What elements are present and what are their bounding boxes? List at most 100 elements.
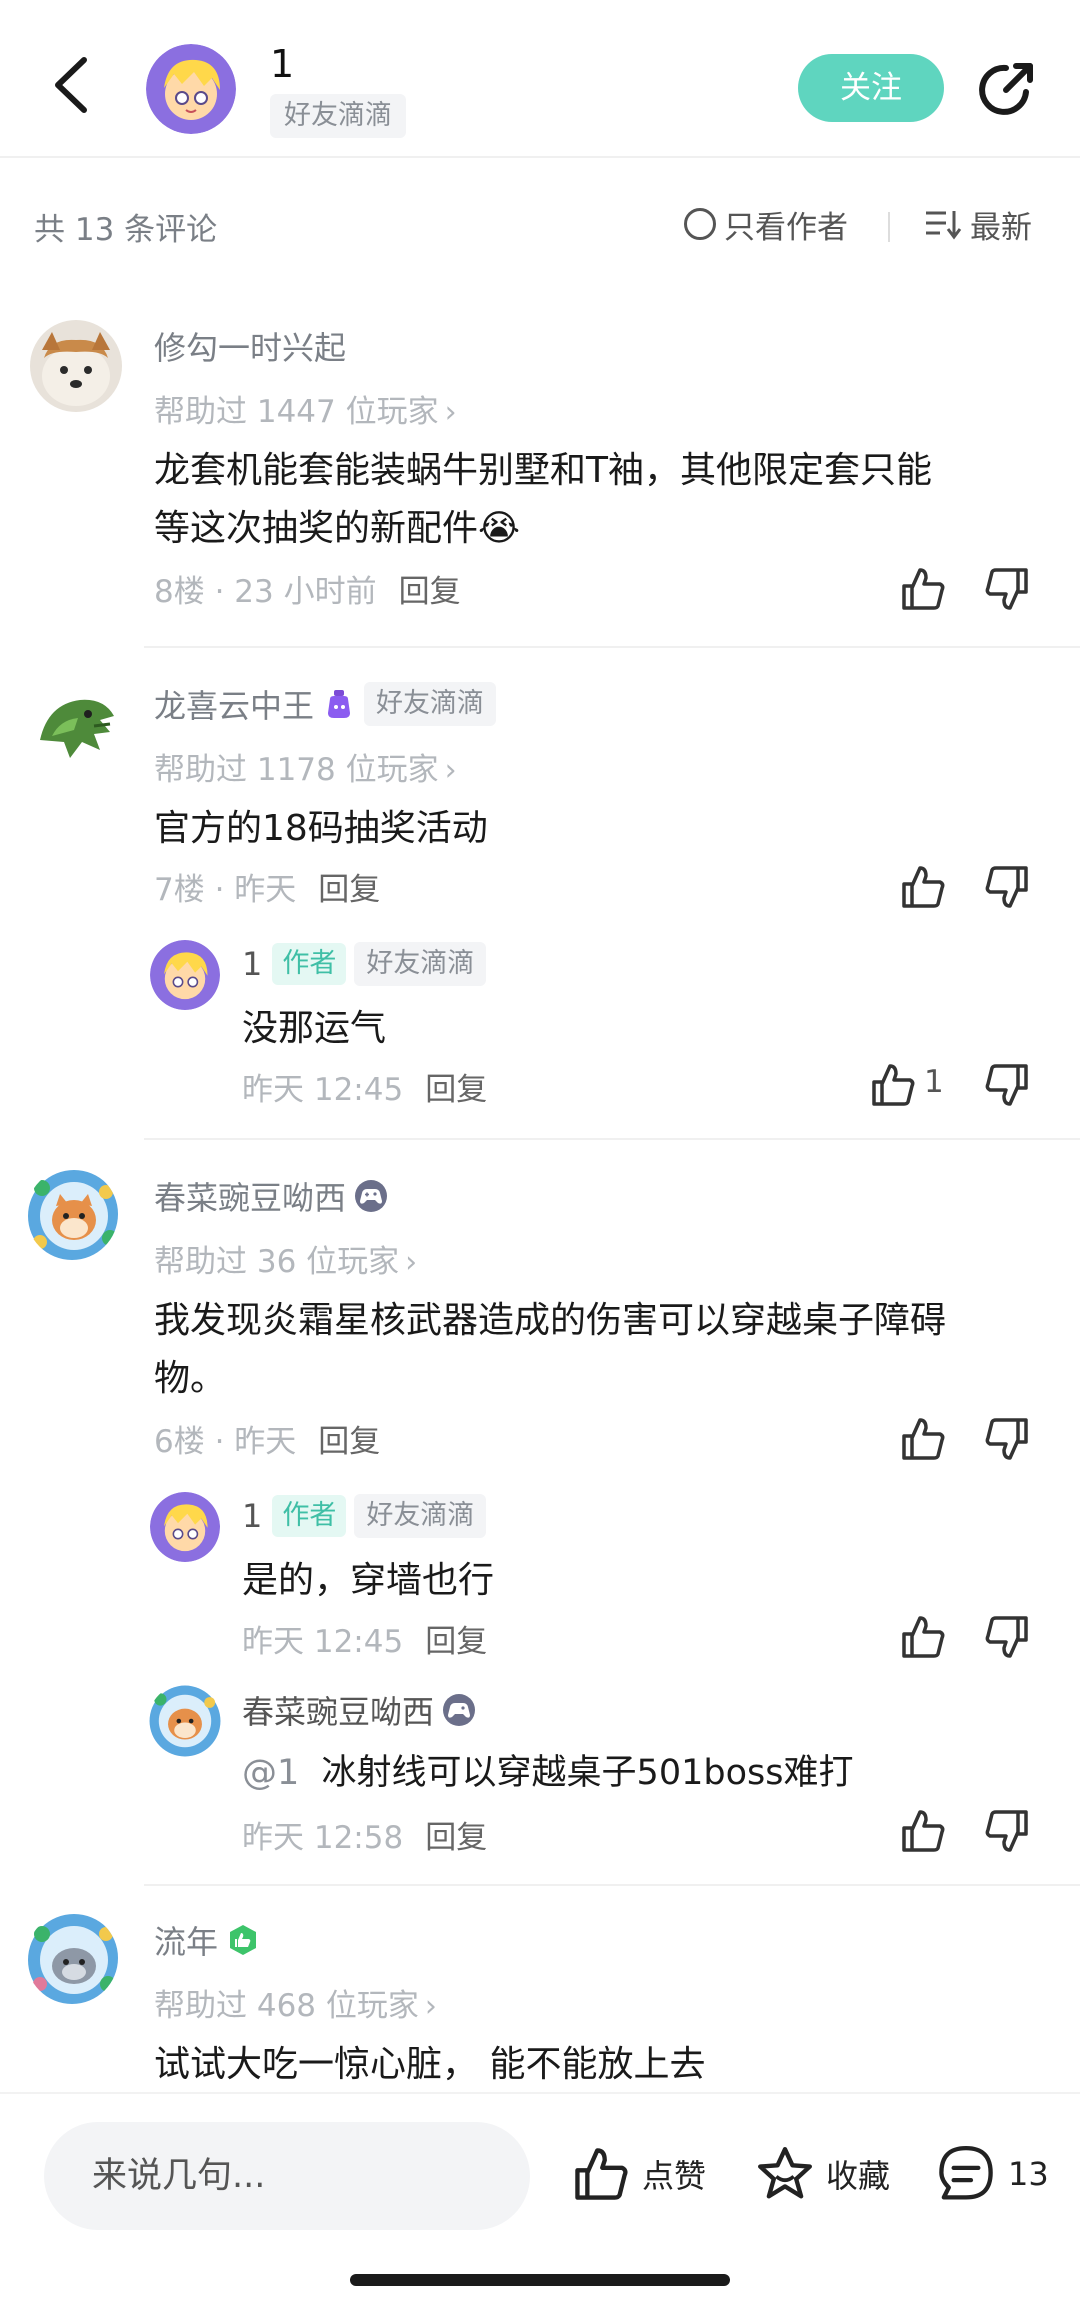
helped-count[interactable]: 帮助过 1178 位玩家 › xyxy=(154,744,457,789)
comment-line: 龙套机能套能装蜗牛别墅和T袖，其他限定套只能 xyxy=(154,450,932,491)
thumbs-up-icon[interactable] xyxy=(898,1612,948,1662)
user-tag: 好友滴滴 xyxy=(364,682,497,726)
name-row: 1 作者 好友滴滴 xyxy=(242,942,487,986)
filter-bar: 共 13 条评论 只看作者 最新 xyxy=(0,158,1080,290)
name-row: 修勾一时兴起 xyxy=(154,324,346,368)
home-indicator xyxy=(350,2274,730,2286)
floor-time: 7楼 · 昨天 xyxy=(154,872,297,908)
floor-time: 6楼 · 昨天 xyxy=(154,1424,297,1460)
comment-bubble-icon xyxy=(939,2146,993,2200)
chevron-right-icon: › xyxy=(424,1989,437,2024)
helped-count[interactable]: 帮助过 468 位玩家 › xyxy=(154,1980,437,2025)
gamepad-badge-icon xyxy=(443,1694,476,1726)
author-avatar[interactable] xyxy=(146,44,236,134)
gamepad-badge-icon xyxy=(355,1180,388,1212)
reply-text: @1 冰射线可以穿越桌子501boss难打 xyxy=(242,1744,1022,1802)
divider xyxy=(144,1884,1080,1886)
comment-input[interactable]: 来说几句... xyxy=(44,2122,530,2230)
thumbs-up-icon[interactable] xyxy=(898,862,948,912)
like-count: 1 xyxy=(924,1064,944,1100)
sort-label: 最新 xyxy=(970,209,1032,246)
user-avatar[interactable] xyxy=(26,1168,118,1260)
user-name[interactable]: 1 xyxy=(242,945,262,983)
chevron-right-icon: › xyxy=(444,753,457,788)
user-avatar[interactable] xyxy=(30,680,122,772)
chevron-right-icon: › xyxy=(405,1245,418,1280)
thumbs-up-icon xyxy=(575,2148,628,2200)
potion-badge-icon xyxy=(328,690,351,718)
comment-line: 等这次抽奖的新配件😭 xyxy=(154,508,521,549)
comment-meta: 6楼 · 昨天 回复 xyxy=(154,1416,380,1461)
reply-button[interactable]: 回复 xyxy=(399,574,461,610)
thumbs-up-icon[interactable] xyxy=(898,1806,948,1856)
user-avatar[interactable] xyxy=(148,1684,222,1758)
thumbs-down-icon[interactable] xyxy=(982,1414,1032,1464)
mention-link[interactable]: @1 xyxy=(242,1753,299,1793)
follow-button[interactable]: 关注 xyxy=(798,54,944,122)
author-only-toggle[interactable]: 只看作者 xyxy=(684,204,848,246)
favorite-button[interactable]: 收藏 xyxy=(754,2142,890,2206)
sort-button[interactable]: 最新 xyxy=(924,204,1032,246)
thumbs-up-badge-icon xyxy=(230,1925,257,1955)
share-icon[interactable] xyxy=(976,58,1038,120)
name-row: 流年 xyxy=(154,1918,260,1962)
name-row: 春菜豌豆呦西 xyxy=(242,1688,476,1732)
thumbs-up-icon[interactable] xyxy=(898,1414,948,1464)
reply-time: 昨天 12:45 xyxy=(242,1072,404,1108)
name-row: 龙喜云中王 好友滴滴 xyxy=(154,681,497,727)
thumbs-down-icon[interactable] xyxy=(982,1060,1032,1110)
comment-text: 龙套机能套能装蜗牛别墅和T袖，其他限定套只能 等这次抽奖的新配件😭 xyxy=(154,442,1034,558)
thumbs-down-icon[interactable] xyxy=(982,564,1032,614)
author-name[interactable]: 1 xyxy=(270,42,294,86)
divider xyxy=(888,212,890,242)
bottom-action-bar: 来说几句... 点赞 收藏 13 xyxy=(0,2092,1080,2300)
like-label: 点赞 xyxy=(642,2157,707,2195)
divider xyxy=(144,646,1080,648)
reply-button[interactable]: 回复 xyxy=(318,1424,380,1460)
helped-count[interactable]: 帮助过 1447 位玩家 › xyxy=(154,386,457,431)
comment-line: 我发现炎霜星核武器造成的伤害可以穿越桌子障碍 xyxy=(154,1300,947,1341)
thumbs-up-icon[interactable] xyxy=(898,564,948,614)
user-avatar[interactable] xyxy=(26,1912,118,2004)
reply-button[interactable]: 回复 xyxy=(425,1820,487,1856)
reply-text: 没那运气 xyxy=(242,1008,387,1049)
reply-text: 是的，穿墙也行 xyxy=(242,1560,495,1601)
thumbs-up-icon[interactable] xyxy=(868,1060,918,1110)
user-avatar[interactable] xyxy=(30,320,122,412)
like-button[interactable]: 点赞 xyxy=(570,2142,706,2206)
divider xyxy=(144,1138,1080,1140)
author-only-label: 只看作者 xyxy=(724,209,848,246)
comment-line: 物。 xyxy=(154,1358,227,1399)
thumbs-down-icon[interactable] xyxy=(982,1806,1032,1856)
sort-icon xyxy=(926,211,962,240)
author-tag: 好友滴滴 xyxy=(270,94,406,138)
comment-count: 共 13 条评论 xyxy=(34,212,218,248)
user-name[interactable]: 龙喜云中王 xyxy=(154,681,314,727)
helped-count[interactable]: 帮助过 36 位玩家 › xyxy=(154,1236,417,1281)
comments-button[interactable]: 13 xyxy=(934,2142,1049,2206)
reply-meta: 昨天 12:45 回复 xyxy=(242,1064,487,1109)
thumbs-down-icon[interactable] xyxy=(982,862,1032,912)
user-name[interactable]: 修勾一时兴起 xyxy=(154,323,346,369)
reply-meta: 昨天 12:58 回复 xyxy=(242,1812,487,1857)
user-avatar[interactable] xyxy=(150,1492,220,1562)
reply-button[interactable]: 回复 xyxy=(425,1624,487,1660)
reply-meta: 昨天 12:45 回复 xyxy=(242,1616,487,1661)
author-badge: 作者 xyxy=(272,943,347,985)
user-name[interactable]: 春菜豌豆呦西 xyxy=(154,1173,346,1219)
favorite-label: 收藏 xyxy=(826,2157,891,2195)
back-arrow-icon[interactable] xyxy=(44,50,104,120)
comment-text: 我发现炎霜星核武器造成的伤害可以穿越桌子障碍 物。 xyxy=(154,1292,1034,1408)
reply-button[interactable]: 回复 xyxy=(318,872,380,908)
reply-button[interactable]: 回复 xyxy=(425,1072,487,1108)
user-name[interactable]: 1 xyxy=(242,1497,262,1535)
thumbs-down-icon[interactable] xyxy=(982,1612,1032,1662)
comment-text: 试试大吃一惊心脏， 能不能放上去 xyxy=(154,2044,706,2085)
reply-content: 冰射线可以穿越桌子501boss难打 xyxy=(321,1753,854,1793)
radio-icon[interactable] xyxy=(684,208,716,240)
user-avatar[interactable] xyxy=(150,940,220,1010)
user-name[interactable]: 春菜豌豆呦西 xyxy=(242,1687,434,1733)
name-row: 春菜豌豆呦西 xyxy=(154,1174,388,1218)
reply-time: 昨天 12:45 xyxy=(242,1624,404,1660)
user-name[interactable]: 流年 xyxy=(154,1917,218,1963)
